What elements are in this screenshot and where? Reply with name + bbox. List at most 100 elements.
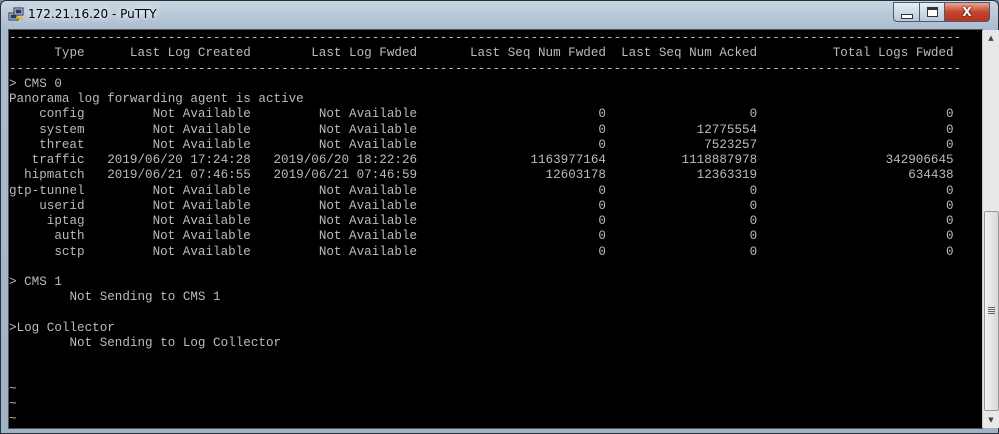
separator-line-text: ----------------------------------------…: [9, 31, 962, 45]
cell-last-log-fwded: Not Available: [318, 107, 418, 122]
cms1-label: > CMS 1: [9, 275, 961, 290]
cell-type: auth: [54, 229, 85, 244]
cell-last-seq-num-acked: 0: [749, 214, 758, 228]
cell-total-logs-fwded: 634438: [908, 168, 954, 183]
log-collector-label: >Log Collector: [9, 321, 961, 336]
cell-type: gtp-tunnel: [9, 183, 85, 198]
table-row: hipmatch 2019/06/21 07:46:55 2019/06/21 07…: [9, 168, 961, 183]
table-row: userid Not Available Not Available 0 0 0: [9, 199, 961, 214]
tilde-line-text: ~: [9, 412, 17, 427]
header-type: Type: [54, 46, 85, 61]
cell-last-seq-num-acked: 12363319: [696, 168, 758, 183]
cell-type: config: [39, 107, 85, 122]
scroll-up-arrow-icon[interactable]: ▲: [983, 30, 999, 46]
table-row: system Not Available Not Available 0 1277555…: [9, 123, 961, 138]
cell-last-seq-num-acked: 0: [749, 229, 758, 244]
cell-last-log-fwded: 2019/06/20 18:22:26: [273, 153, 418, 167]
minimize-button[interactable]: [893, 2, 920, 22]
cell-last-log-created: 2019/06/20 17:24:28: [107, 153, 251, 167]
header-last-log-fwded: Last Log Fwded: [311, 46, 418, 61]
cell-last-seq-num-acked: 0: [749, 107, 758, 122]
header-total-logs-fwded: Total Logs Fwded: [832, 46, 954, 61]
cell-last-log-fwded: Not Available: [318, 198, 418, 213]
table-row: gtp-tunnel Not Available Not Available 0 0 0: [9, 184, 961, 199]
cursor: [168, 427, 177, 428]
cell-last-log-created: Not Available: [152, 183, 251, 198]
cell-last-log-created: 2019/06/21 07:46:55: [107, 168, 251, 183]
separator-line: ----------------------------------------…: [9, 62, 961, 77]
minimize-icon: [900, 13, 913, 19]
cell-last-log-created: Not Available: [152, 137, 251, 152]
tilde-line-text: ~: [9, 397, 17, 411]
cell-last-log-created: Not Available: [152, 107, 251, 122]
close-button[interactable]: X: [945, 2, 990, 22]
separator-line-text: ----------------------------------------…: [9, 61, 962, 76]
cell-total-logs-fwded: 0: [946, 214, 954, 228]
agent-status: Panorama log forwarding agent is active: [9, 92, 961, 107]
table-row: config Not Available Not Available 0 0 0: [9, 107, 961, 122]
putty-window: 172.21.16.20 - PuTTY X -----------------…: [0, 0, 999, 434]
title-bar[interactable]: 172.21.16.20 - PuTTY X: [1, 1, 998, 29]
cell-type: hipmatch: [24, 168, 85, 183]
cell-type: threat: [39, 137, 85, 152]
terminal-output: ----------------------------------------…: [9, 31, 961, 428]
cell-last-log-created: Not Available: [152, 244, 251, 259]
cell-last-seq-num-fwded: 0: [598, 137, 606, 152]
cell-last-log-created: Not Available: [152, 122, 251, 137]
cell-last-seq-num-acked: 7523257: [704, 137, 758, 152]
cell-total-logs-fwded: 0: [946, 137, 954, 152]
cell-total-logs-fwded: 0: [946, 244, 954, 259]
cell-last-seq-num-acked: 0: [749, 183, 758, 198]
cell-last-seq-num-fwded: 0: [598, 198, 606, 213]
tilde-line: ~: [9, 382, 961, 397]
table-header: Type Last Log Created Last Log Fwded Last S…: [9, 46, 961, 61]
cell-total-logs-fwded: 0: [946, 107, 954, 122]
cell-last-seq-num-fwded: 0: [598, 229, 606, 244]
cell-last-seq-num-acked: 12775554: [696, 122, 758, 137]
cell-last-log-created: Not Available: [152, 229, 251, 244]
separator-line: ----------------------------------------…: [9, 31, 961, 46]
cell-last-log-fwded: Not Available: [318, 214, 418, 228]
agent-status-text: Panorama log forwarding agent is active: [9, 92, 304, 106]
cell-last-log-fwded: Not Available: [318, 183, 418, 198]
tilde-line: ~: [9, 412, 961, 427]
terminal-screen[interactable]: ----------------------------------------…: [8, 29, 983, 429]
cell-last-seq-num-fwded: 0: [598, 183, 606, 198]
cell-total-logs-fwded: 0: [946, 183, 954, 198]
table-row: threat Not Available Not Available 0 7523257…: [9, 138, 961, 153]
table-row: auth Not Available Not Available 0 0 0: [9, 229, 961, 244]
cell-type: sctp: [54, 244, 85, 259]
cell-last-seq-num-fwded: 0: [598, 244, 606, 259]
table-row: iptag Not Available Not Available 0 0 0: [9, 214, 961, 229]
header-last-seq-num-fwded: Last Seq Num Fwded: [469, 46, 606, 61]
prompt-line: admin@PA-3020-CH-SA>: [9, 427, 961, 428]
cell-total-logs-fwded: 0: [946, 229, 954, 244]
cms1-status-text: Not Sending to CMS 1: [9, 290, 221, 305]
scrollbar-thumb[interactable]: [984, 211, 999, 411]
cell-last-seq-num-fwded: 12603178: [545, 168, 606, 183]
cms0-label-text: > CMS 0: [9, 76, 62, 91]
cell-type: traffic: [31, 153, 85, 167]
cell-last-log-created: Not Available: [152, 198, 251, 213]
cell-last-seq-num-acked: 0: [749, 198, 758, 213]
cell-last-log-created: Not Available: [152, 214, 251, 228]
cell-last-seq-num-fwded: 0: [598, 214, 606, 228]
tilde-line-text: ~: [9, 381, 17, 396]
cell-total-logs-fwded: 342906645: [885, 153, 954, 167]
cell-last-log-fwded: Not Available: [318, 244, 418, 259]
header-last-seq-num-acked: Last Seq Num Acked: [621, 46, 758, 61]
tilde-line: ~: [9, 397, 961, 412]
log-collector-status: Not Sending to Log Collector: [9, 336, 961, 351]
vertical-scrollbar[interactable]: ▲ ▼: [982, 30, 999, 428]
scroll-down-arrow-icon[interactable]: ▼: [983, 412, 999, 428]
window-title: 172.21.16.20 - PuTTY: [28, 7, 157, 21]
cell-last-seq-num-acked: 1118887978: [681, 153, 758, 167]
maximize-button[interactable]: [920, 2, 945, 22]
cms0-label: > CMS 0: [9, 77, 961, 92]
log-collector-label-text: >Log Collector: [9, 320, 115, 335]
cell-last-seq-num-acked: 0: [749, 244, 758, 259]
